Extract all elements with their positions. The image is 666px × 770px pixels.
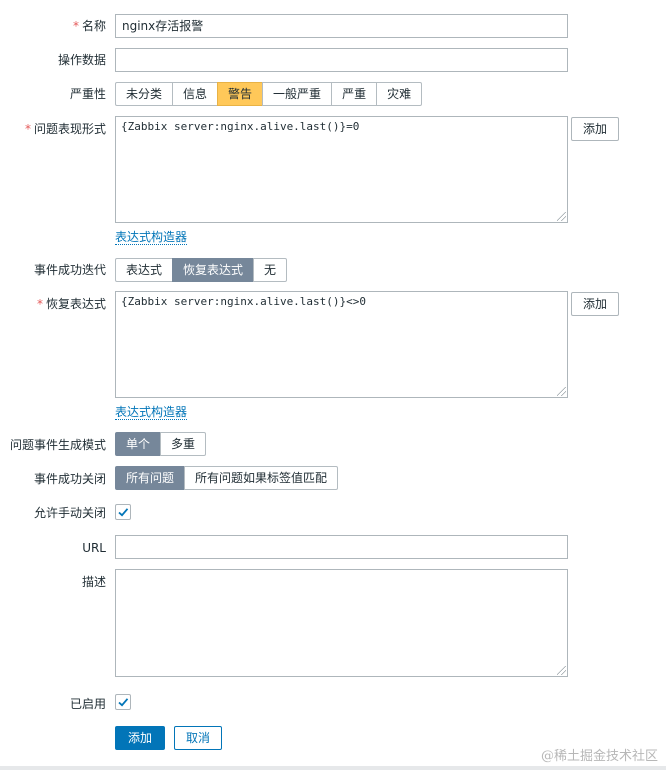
resize-grip-icon[interactable]: [557, 666, 566, 675]
add-button[interactable]: 添加: [115, 726, 166, 750]
problem-expression-builder-link[interactable]: 表达式构造器: [115, 230, 188, 245]
recovery-expression-label: * 恢复表达式: [36, 297, 106, 311]
severity-high[interactable]: 严重: [331, 82, 378, 106]
ok-event-closes-tag-match[interactable]: 所有问题如果标签值匹配: [184, 466, 339, 490]
ok-event-closes-selector: 所有问题 所有问题如果标签值匹配: [115, 466, 339, 490]
name-input[interactable]: nginx存活报警: [115, 14, 568, 38]
allow-manual-close-label: 允许手动关闭: [33, 506, 106, 520]
description-textarea[interactable]: [115, 569, 568, 677]
severity-disaster[interactable]: 灾难: [376, 82, 423, 106]
name-label: * 名称: [72, 19, 106, 33]
ok-event-recovery-expression-option[interactable]: 恢复表达式: [172, 258, 255, 282]
problem-event-mode-selector: 单个 多重: [115, 432, 207, 456]
ok-event-expression-option[interactable]: 表达式: [115, 258, 174, 282]
watermark-text: @稀土掘金技术社区: [540, 749, 658, 764]
ok-event-closes-all[interactable]: 所有问题: [115, 466, 186, 490]
problem-expression-textarea[interactable]: {Zabbix server:nginx.alive.last()}=0: [115, 116, 568, 223]
ok-event-closes-label: 事件成功关闭: [33, 472, 106, 486]
severity-label: 严重性: [69, 87, 106, 101]
description-label: 描述: [81, 575, 106, 589]
required-mark: *: [24, 122, 31, 136]
ok-event-generation-label: 事件成功迭代: [33, 263, 106, 277]
recovery-expression-builder-link[interactable]: 表达式构造器: [115, 405, 188, 420]
problem-event-mode-multiple[interactable]: 多重: [160, 432, 207, 456]
ok-event-none-option[interactable]: 无: [253, 258, 288, 282]
resize-grip-icon[interactable]: [557, 212, 566, 221]
problem-event-mode-single[interactable]: 单个: [115, 432, 162, 456]
recovery-expression-add-button[interactable]: 添加: [571, 292, 619, 316]
checkmark-icon: [118, 508, 129, 517]
enabled-checkbox[interactable]: [115, 694, 131, 710]
url-label: URL: [82, 541, 106, 555]
operational-data-label: 操作数据: [57, 53, 106, 67]
checkmark-icon: [118, 698, 129, 707]
problem-expression-add-button[interactable]: 添加: [571, 117, 619, 141]
required-mark: *: [36, 297, 43, 311]
resize-grip-icon[interactable]: [557, 387, 566, 396]
operational-data-input[interactable]: [115, 48, 568, 72]
bottom-divider: [0, 766, 666, 770]
allow-manual-close-checkbox[interactable]: [115, 504, 131, 520]
severity-warning[interactable]: 警告: [217, 82, 264, 106]
ok-event-generation-selector: 表达式 恢复表达式 无: [115, 258, 288, 282]
severity-information[interactable]: 信息: [172, 82, 219, 106]
cancel-button[interactable]: 取消: [174, 726, 223, 750]
problem-expression-label: * 问题表现形式: [24, 122, 106, 136]
recovery-expression-textarea[interactable]: {Zabbix server:nginx.alive.last()}<>0: [115, 291, 568, 398]
enabled-label: 已启用: [69, 697, 106, 711]
required-mark: *: [72, 19, 79, 33]
problem-event-mode-label: 问题事件生成模式: [9, 438, 106, 452]
severity-not-classified[interactable]: 未分类: [115, 82, 174, 106]
severity-average[interactable]: 一般严重: [262, 82, 333, 106]
url-input[interactable]: [115, 535, 568, 559]
severity-selector: 未分类 信息 警告 一般严重 严重 灾难: [115, 82, 423, 106]
